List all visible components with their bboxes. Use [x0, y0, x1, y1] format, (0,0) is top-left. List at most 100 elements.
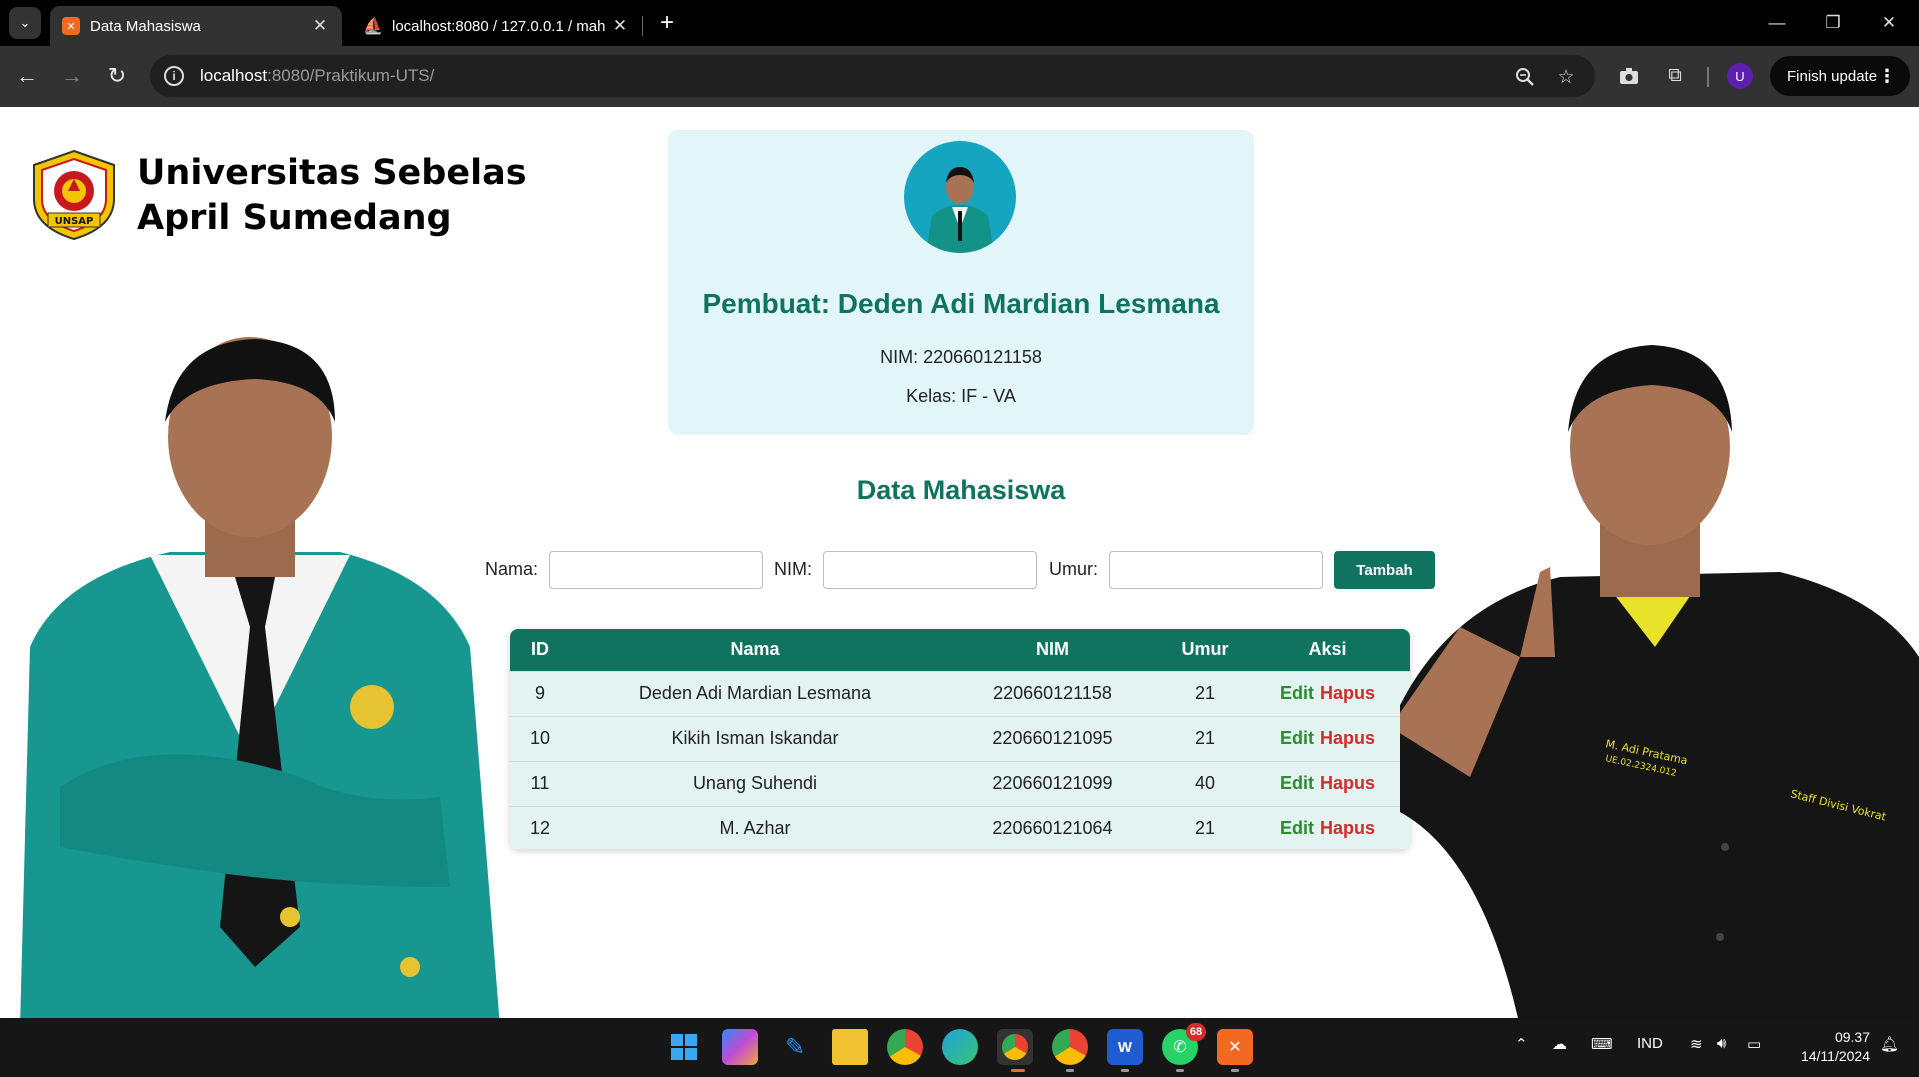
url-host: localhost — [200, 66, 268, 85]
cell-nim: 220660121095 — [940, 715, 1165, 761]
zoom-icon[interactable] — [1514, 66, 1536, 88]
url-path: :8080/Praktikum-UTS/ — [267, 66, 435, 85]
cell-nim: 220660121064 — [940, 805, 1165, 849]
nim-label: NIM: — [774, 559, 812, 579]
person-photo-left — [20, 337, 500, 1018]
minimize-button[interactable]: — — [1757, 8, 1797, 38]
minimize-icon: — — [1768, 13, 1786, 32]
cell-umur: 21 — [1165, 670, 1245, 716]
umur-input[interactable] — [1109, 551, 1323, 589]
chevron-down-icon: ⌄ — [19, 15, 31, 30]
university-name: Universitas Sebelas April Sumedang — [137, 153, 527, 238]
chrome-alt-icon[interactable] — [1052, 1029, 1088, 1065]
cell-umur: 21 — [1165, 805, 1245, 849]
hapus-link[interactable]: Hapus — [1320, 773, 1375, 793]
section-title: Data Mahasiswa — [856, 475, 1066, 505]
reload-icon: ↻ — [107, 63, 127, 88]
restore-button[interactable]: ❐ — [1813, 8, 1853, 38]
address-bar[interactable]: i localhost:8080/Praktikum-UTS/ ☆ — [150, 55, 1595, 97]
close-icon[interactable]: ✕ — [310, 16, 330, 36]
back-button[interactable]: ← — [10, 59, 44, 93]
hapus-link[interactable]: Hapus — [1320, 728, 1375, 748]
new-tab-button[interactable]: + — [652, 8, 682, 38]
chrome-icon[interactable] — [887, 1029, 923, 1065]
profile-avatar[interactable]: U — [1727, 63, 1753, 89]
edge-icon[interactable] — [942, 1029, 978, 1065]
close-window-button[interactable]: ✕ — [1869, 8, 1909, 38]
word-icon[interactable]: W — [1107, 1029, 1143, 1065]
close-icon: ✕ — [1881, 13, 1897, 32]
column-header-id: ID — [531, 639, 549, 660]
cell-aksi: Edit Hapus — [1245, 805, 1410, 849]
cell-id: 12 — [510, 805, 570, 849]
toolbar-divider — [1707, 67, 1709, 87]
phpmyadmin-icon: ⛵ — [363, 18, 383, 35]
chrome-profile-icon[interactable] — [997, 1029, 1033, 1065]
arrow-right-icon: → — [61, 63, 83, 88]
running-indicator — [1011, 1069, 1025, 1072]
camera-icon — [1620, 68, 1638, 84]
tab-title: localhost:8080 / 127.0.0.1 / mah — [392, 17, 606, 35]
cell-aksi: Edit Hapus — [1245, 715, 1410, 761]
reload-button[interactable]: ↻ — [100, 59, 134, 93]
column-header-nama: Nama — [730, 639, 780, 660]
close-icon[interactable]: ✕ — [610, 16, 630, 36]
cell-nama: M. Azhar — [570, 805, 940, 849]
screenshot-button[interactable] — [1612, 59, 1646, 93]
nama-input[interactable] — [549, 551, 763, 589]
tab-search-button[interactable]: ⌄ — [9, 7, 41, 39]
cell-id: 10 — [510, 715, 570, 761]
site-info-icon[interactable]: i — [164, 66, 184, 86]
running-indicator — [1231, 1069, 1239, 1072]
forward-button[interactable]: → — [55, 59, 89, 93]
finish-update-label: Finish update — [1787, 67, 1878, 85]
mahasiswa-table: ID Nama NIM Umur Aksi 9 Deden Adi Mardia… — [510, 629, 1410, 849]
umur-label: Umur: — [1049, 559, 1098, 579]
tab-separator — [642, 16, 643, 36]
tab-phpmyadmin[interactable]: ⛵ localhost:8080 / 127.0.0.1 / mah ✕ — [352, 6, 642, 46]
language-indicator[interactable]: IND — [1637, 1035, 1663, 1052]
cell-nama: Kikih Isman Iskandar — [570, 715, 940, 761]
onedrive-icon[interactable]: ☁ — [1552, 1035, 1567, 1053]
running-indicator — [1121, 1069, 1129, 1072]
start-button[interactable] — [666, 1029, 702, 1065]
wifi-icon[interactable]: ≋ — [1690, 1035, 1703, 1053]
university-logo: UNSAP — [33, 149, 115, 241]
browser-toolbar: ← → ↻ i localhost:8080/Praktikum-UTS/ ☆ … — [0, 46, 1919, 107]
extensions-button[interactable]: ⧉ — [1658, 59, 1692, 93]
cell-umur: 40 — [1165, 760, 1245, 806]
show-hidden-icons[interactable]: ⌃ — [1515, 1035, 1528, 1053]
edit-link[interactable]: Edit — [1280, 818, 1314, 838]
whatsapp-icon[interactable]: ✆ 68 — [1162, 1023, 1206, 1065]
xampp-taskbar-icon[interactable]: ✕ — [1217, 1029, 1253, 1065]
nim-input[interactable] — [823, 551, 1037, 589]
edit-link[interactable]: Edit — [1280, 728, 1314, 748]
hapus-link[interactable]: Hapus — [1320, 683, 1375, 703]
column-header-aksi: Aksi — [1308, 639, 1347, 660]
clock-time: 09.37 — [1834, 1029, 1870, 1045]
edit-link[interactable]: Edit — [1280, 773, 1314, 793]
creator-avatar — [904, 141, 1016, 253]
page-content: UNSAP Universitas Sebelas April Sumedang… — [0, 107, 1919, 1018]
finish-update-button[interactable]: Finish update ⋮ — [1770, 56, 1910, 96]
table-row: 12 M. Azhar 220660121064 21 Edit Hapus — [510, 805, 1410, 849]
pen-app-icon[interactable]: ✎ — [777, 1029, 813, 1065]
volume-icon[interactable]: 🔊︎ — [1717, 1035, 1726, 1052]
edit-link[interactable]: Edit — [1280, 683, 1314, 703]
running-indicator — [1176, 1069, 1184, 1072]
bookmark-star-icon[interactable]: ☆ — [1555, 66, 1577, 88]
file-explorer-icon[interactable] — [832, 1029, 868, 1065]
arrow-left-icon: ← — [16, 63, 38, 88]
person-photo-right: M. Adi Pratama UE.02.2324.012 Staff Divi… — [1400, 345, 1919, 1018]
hapus-link[interactable]: Hapus — [1320, 818, 1375, 838]
clock[interactable]: 09.37 14/11/2024 — [1780, 1028, 1870, 1066]
battery-icon[interactable]: ▭ — [1747, 1035, 1761, 1053]
keyboard-icon[interactable]: ⌨ — [1591, 1035, 1613, 1053]
table-row: 11 Unang Suhendi 220660121099 40 Edit Hap… — [510, 760, 1410, 806]
logo-text: UNSAP — [55, 216, 94, 227]
cell-id: 11 — [510, 760, 570, 806]
cell-umur: 21 — [1165, 715, 1245, 761]
notification-bell-icon[interactable]: 🔔︎ — [1880, 1035, 1899, 1053]
copilot-icon[interactable] — [722, 1029, 758, 1065]
tab-data-mahasiswa[interactable]: ✕ Data Mahasiswa ✕ — [50, 6, 342, 46]
